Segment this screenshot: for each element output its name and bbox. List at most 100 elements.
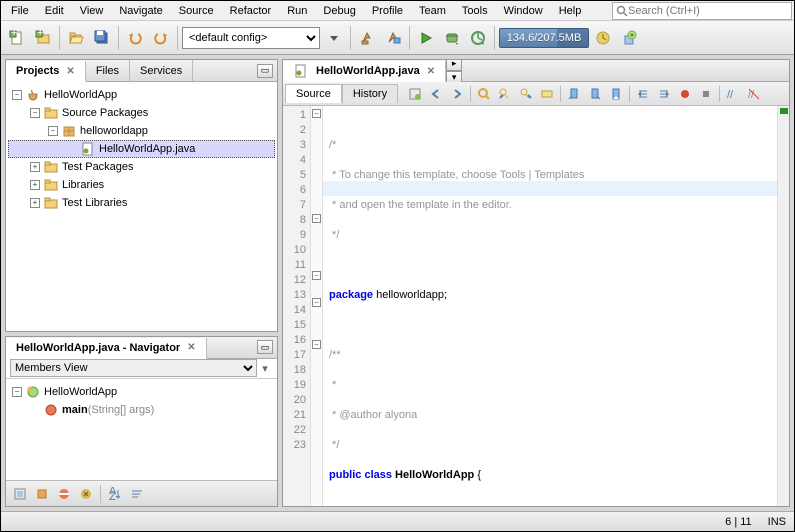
last-edit-button[interactable] (405, 84, 425, 104)
tree-test-libraries[interactable]: +Test Libraries (8, 194, 275, 212)
menu-team[interactable]: Team (411, 3, 454, 19)
editor-tab[interactable]: HelloWorldApp.java✕ (283, 61, 446, 82)
toggle-bookmark-button[interactable] (606, 84, 626, 104)
undo-button[interactable] (123, 26, 147, 50)
source-view-tab[interactable]: Source (285, 84, 342, 103)
shift-left-button[interactable] (633, 84, 653, 104)
menu-refactor[interactable]: Refactor (222, 3, 280, 19)
find-prev-button[interactable] (495, 84, 515, 104)
main-toolbar: + + <default config> 134.6/207.5MB (1, 21, 794, 55)
menu-profile[interactable]: Profile (364, 3, 411, 19)
tree-java-file[interactable]: ·HelloWorldApp.java (8, 140, 275, 158)
navigator-method-node[interactable]: ·main(String[] args) (8, 401, 275, 419)
fold-toggle[interactable]: − (312, 214, 321, 223)
prev-bookmark-button[interactable] (564, 84, 584, 104)
menu-help[interactable]: Help (551, 3, 590, 19)
folder-icon (43, 177, 59, 193)
toggle-highlight-button[interactable] (537, 84, 557, 104)
java-class-icon (80, 141, 96, 157)
run-button[interactable] (414, 26, 438, 50)
fold-toggle[interactable]: − (312, 109, 321, 118)
navigator-tab[interactable]: HelloWorldApp.java - Navigator✕ (6, 338, 207, 359)
tree-project-node[interactable]: −HelloWorldApp (8, 86, 275, 104)
navigator-tree[interactable]: −HelloWorldApp ·main(String[] args) (6, 379, 277, 480)
code-area[interactable]: /* * To change this template, choose Too… (323, 106, 777, 506)
tree-libraries[interactable]: +Libraries (8, 176, 275, 194)
find-next-button[interactable] (516, 84, 536, 104)
editor-body[interactable]: 1234567891011121314151617181920212223 − … (283, 106, 789, 506)
menu-source[interactable]: Source (171, 3, 222, 19)
fold-toggle[interactable]: − (312, 298, 321, 307)
navigator-class-node[interactable]: −HelloWorldApp (8, 383, 275, 401)
redo-button[interactable] (149, 26, 173, 50)
navigator-menu-button[interactable]: ▾ (257, 362, 273, 375)
files-tab[interactable]: Files (86, 60, 130, 81)
line-gutter[interactable]: 1234567891011121314151617181920212223 (283, 106, 311, 506)
filter-inherited-button[interactable] (10, 484, 30, 504)
menu-debug[interactable]: Debug (315, 3, 363, 19)
quick-search-input[interactable] (628, 5, 788, 17)
editor-panel: HelloWorldApp.java✕ ◂ ▸ ▾ ▭ Source Histo… (282, 59, 790, 507)
method-icon (43, 402, 59, 418)
macro-stop-button[interactable] (696, 84, 716, 104)
history-view-tab[interactable]: History (342, 84, 398, 103)
menu-edit[interactable]: Edit (37, 3, 72, 19)
debug-button[interactable] (440, 26, 464, 50)
find-selection-button[interactable] (474, 84, 494, 104)
tree-test-packages[interactable]: +Test Packages (8, 158, 275, 176)
gc-button[interactable] (591, 26, 615, 50)
minimize-panel-button[interactable]: ▭ (257, 340, 273, 354)
sort-alpha-button[interactable]: AZ (105, 484, 125, 504)
menu-navigate[interactable]: Navigate (111, 3, 170, 19)
navigator-panel: HelloWorldApp.java - Navigator✕ ▭ Member… (5, 336, 278, 507)
profile-button[interactable] (466, 26, 490, 50)
java-class-icon (293, 63, 309, 79)
uncomment-button[interactable]: // (744, 84, 764, 104)
fold-gutter[interactable]: − − − − − (311, 106, 323, 506)
memory-indicator[interactable]: 134.6/207.5MB (499, 28, 589, 48)
editor-toolbar: Source History (283, 82, 789, 106)
tree-source-packages[interactable]: −Source Packages (8, 104, 275, 122)
shift-right-button[interactable] (654, 84, 674, 104)
close-icon[interactable]: ✕ (66, 66, 74, 77)
fold-toggle[interactable]: − (312, 340, 321, 349)
svg-text:Z: Z (109, 491, 116, 501)
menu-file[interactable]: File (3, 3, 37, 19)
comment-button[interactable]: // (723, 84, 743, 104)
minimize-panel-button[interactable]: ▭ (257, 64, 273, 78)
menu-tools[interactable]: Tools (454, 3, 496, 19)
tree-package-node[interactable]: −helloworldapp (8, 122, 275, 140)
back-button[interactable] (426, 84, 446, 104)
filter-static-button[interactable] (54, 484, 74, 504)
open-project-button[interactable] (64, 26, 88, 50)
new-file-button[interactable]: + (5, 26, 29, 50)
sort-source-button[interactable] (127, 484, 147, 504)
menu-run[interactable]: Run (279, 3, 315, 19)
quick-search[interactable] (612, 2, 792, 20)
clean-build-button[interactable] (381, 26, 405, 50)
services-tab[interactable]: Services (130, 60, 193, 81)
projects-tab[interactable]: Projects✕ (6, 61, 86, 82)
close-icon[interactable]: ✕ (187, 342, 195, 353)
error-stripe[interactable] (777, 106, 789, 506)
scroll-tabs-right-button[interactable]: ▸ (446, 59, 462, 71)
run-config-select[interactable]: <default config> (182, 27, 320, 49)
fold-toggle[interactable]: − (312, 271, 321, 280)
filter-fields-button[interactable] (32, 484, 52, 504)
new-project-button[interactable]: + (31, 26, 55, 50)
config-dropdown-button[interactable] (322, 26, 346, 50)
save-all-button[interactable] (90, 26, 114, 50)
close-icon[interactable]: ✕ (427, 66, 435, 77)
projects-tree[interactable]: −HelloWorldApp −Source Packages −hellowo… (6, 82, 277, 331)
update-button[interactable] (617, 26, 641, 50)
navigator-view-select[interactable]: Members View (10, 359, 257, 377)
projects-panel: Projects✕ Files Services ▭ −HelloWorldAp… (5, 59, 278, 332)
macro-record-button[interactable] (675, 84, 695, 104)
forward-button[interactable] (447, 84, 467, 104)
build-button[interactable] (355, 26, 379, 50)
filter-nonpublic-button[interactable] (76, 484, 96, 504)
menu-window[interactable]: Window (496, 3, 551, 19)
menu-view[interactable]: View (72, 3, 112, 19)
svg-text:+: + (11, 30, 17, 39)
next-bookmark-button[interactable] (585, 84, 605, 104)
